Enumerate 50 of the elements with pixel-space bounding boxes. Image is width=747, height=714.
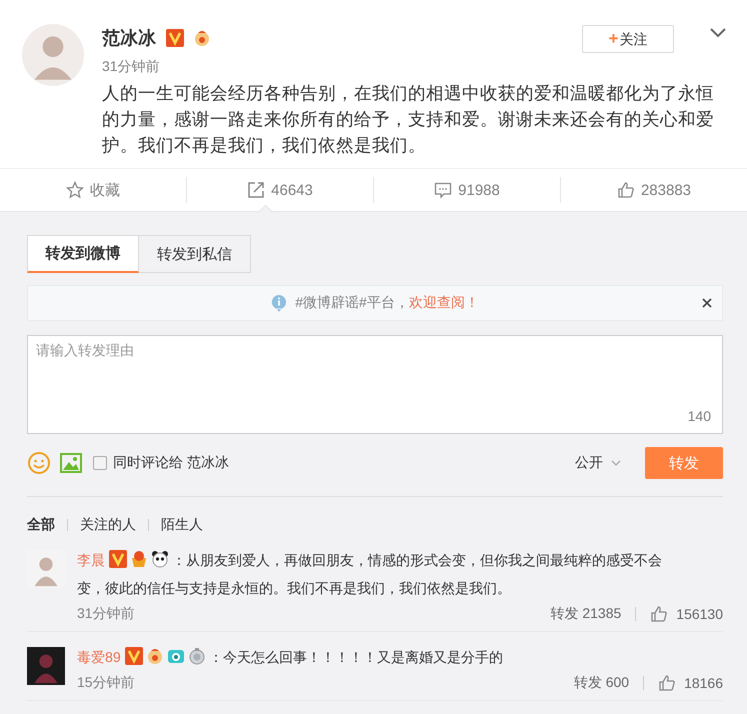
notice-link[interactable]: 欢迎查阅！ (408, 294, 479, 312)
thumbs-up-icon (650, 605, 668, 623)
smiley-icon[interactable] (27, 451, 51, 475)
like-button[interactable]: 156130 (650, 605, 723, 623)
caret-icon (611, 460, 621, 466)
panda-badge-icon (151, 550, 169, 568)
post-text: 人的一生可能会经历各种告别，在我们的相遇中收获的爱和温暖都化为了永恒的力量，感谢一路走来你所有的给予，支持和爱。谢谢未来还会有的关心和爱护。我们不再是我们，我们依然是我们。 (102, 82, 715, 157)
checkbox[interactable] (93, 456, 107, 470)
notice-text: #微博辟谣#平台， (295, 294, 409, 312)
repost-action[interactable]: 46643 (247, 181, 313, 199)
like-action[interactable]: 283883 (616, 181, 692, 199)
filter-tab[interactable]: 关注的人 (80, 516, 136, 534)
comment-time: 31分钟前 (77, 605, 135, 623)
author-name[interactable]: 范冰冰 (102, 26, 156, 50)
close-icon[interactable] (702, 298, 712, 308)
medal-badge-icon (130, 550, 148, 568)
favorite-action[interactable]: 收藏 (66, 180, 120, 200)
medal-badge-icon (188, 647, 206, 665)
filter-tab[interactable]: 全部 (27, 516, 55, 534)
chevron-down-icon[interactable] (710, 28, 726, 38)
checkbox-label[interactable]: 同时评论给 范冰冰 (113, 454, 229, 472)
image-icon[interactable] (59, 451, 83, 475)
repost-link[interactable]: 转发 21385 (550, 605, 622, 623)
info-icon (271, 294, 288, 312)
star-icon (66, 181, 84, 199)
verified-badge-icon (109, 550, 127, 568)
avatar-icon[interactable] (22, 24, 84, 86)
verified-badge-icon (124, 647, 143, 665)
visibility-dropdown[interactable]: 公开 (569, 453, 627, 473)
follow-button[interactable]: +关注 (582, 25, 674, 53)
camera-badge-icon (166, 647, 185, 665)
character-count: 140 (688, 408, 711, 424)
comment-action[interactable]: 91988 (434, 181, 500, 199)
comment-time: 15分钟前 (77, 674, 135, 692)
comment-text: 毒爱89 ：今天怎么回事！！！！！又是离婚又是分手的 (77, 644, 677, 672)
like-button[interactable]: 18166 (658, 674, 723, 692)
comment-text: 李晨 ：从朋友到爱人，再做回朋友，情感的形式会变，但你我之间最纯粹的感受不会变，彼此的信任与支持是永恒的。我们不再是我们，我们依然是我们。 (77, 547, 677, 603)
commenter-name[interactable]: 毒爱89 (77, 650, 121, 666)
tab[interactable]: 转发到微博 (27, 235, 139, 273)
repost-link[interactable]: 转发 600 (574, 674, 630, 692)
tab[interactable]: 转发到私信 (139, 235, 251, 273)
post-time[interactable]: 31分钟前 (102, 58, 720, 76)
avatar-icon[interactable] (27, 647, 65, 685)
verified-badge-icon (166, 29, 184, 47)
filter-tab[interactable]: 陌生人 (161, 516, 203, 534)
comment-icon (434, 181, 452, 199)
share-icon (247, 181, 266, 199)
thumbs-up-icon (616, 181, 635, 199)
commenter-name[interactable]: 李晨 (77, 553, 105, 569)
thumbs-up-icon (658, 674, 676, 692)
